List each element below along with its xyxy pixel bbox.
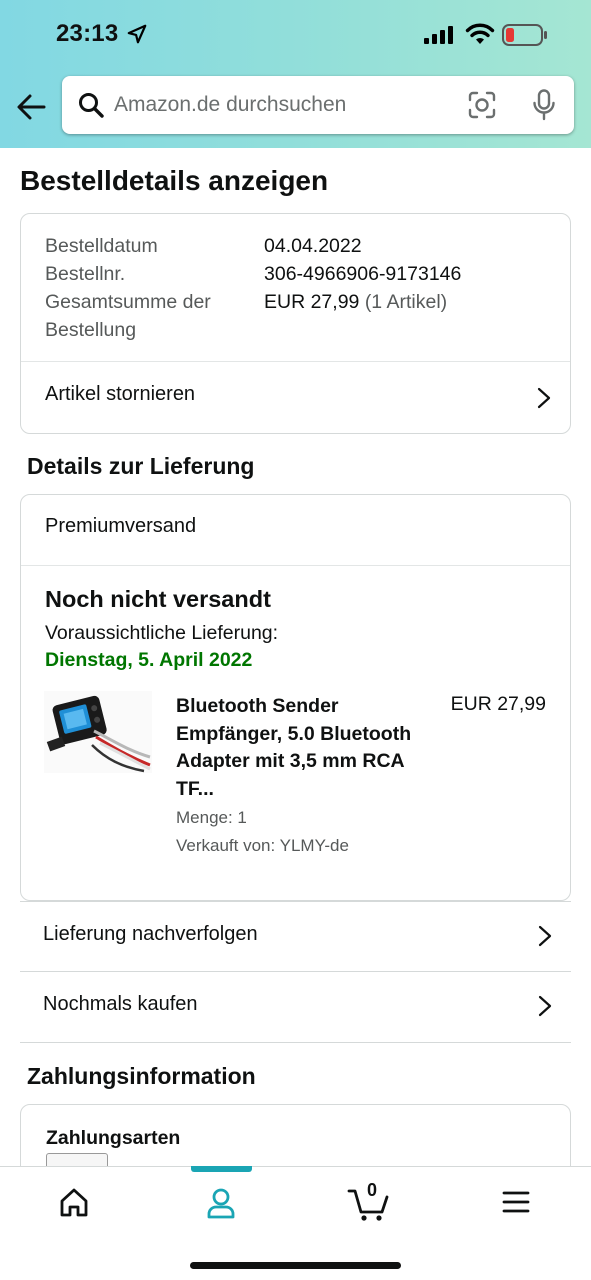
cart-button[interactable]: 0	[342, 1180, 402, 1225]
product-price: EUR 27,99	[450, 693, 546, 715]
delivery-section-title: Details zur Lieferung	[27, 453, 255, 479]
product-image[interactable]	[44, 691, 152, 773]
shipment-status: Noch nicht versandt	[45, 586, 271, 612]
delivery-card: Premiumversand Noch nicht versandt Vorau…	[20, 494, 571, 901]
payment-methods-label: Zahlungsarten	[46, 1127, 181, 1149]
person-icon[interactable]	[191, 1181, 251, 1225]
order-number-label: Bestellnr.	[45, 263, 126, 285]
shipping-method: Premiumversand	[45, 515, 197, 537]
payment-section-title: Zahlungsinformation	[27, 1063, 256, 1089]
order-total-label-line2: Bestellung	[45, 319, 137, 341]
battery-low-icon	[502, 24, 547, 46]
page-title: Bestelldetails anzeigen	[20, 165, 329, 196]
microphone-icon[interactable]	[532, 89, 556, 121]
order-number-value: 306-4966906-9173146	[264, 263, 462, 285]
divider	[21, 565, 570, 566]
order-total-label: Gesamtsumme der	[45, 291, 211, 313]
chevron-right-icon	[537, 387, 551, 409]
home-icon[interactable]	[44, 1181, 104, 1225]
track-delivery-row[interactable]: Lieferung nachverfolgen	[20, 901, 571, 971]
cart-count: 0	[366, 1180, 377, 1200]
order-date-value: 04.04.2022	[264, 235, 362, 257]
wifi-icon	[465, 23, 495, 44]
search-icon	[79, 93, 104, 118]
estimated-delivery-date: Dienstag, 5. April 2022	[45, 649, 253, 671]
search-bar[interactable]	[62, 76, 574, 134]
order-item-count: (1 Artikel)	[364, 291, 448, 313]
top-bar: 23:13	[0, 0, 591, 148]
buy-again-label: Nochmals kaufen	[43, 993, 198, 1015]
chevron-right-icon	[538, 995, 552, 1017]
active-tab-indicator	[191, 1166, 252, 1172]
chevron-right-icon	[538, 925, 552, 947]
back-arrow-icon[interactable]	[14, 90, 48, 124]
product-title[interactable]: Bluetooth Sender Empfänger, 5.0 Bluetoot…	[176, 693, 416, 803]
status-time: 23:13	[56, 20, 119, 47]
product-quantity: Menge: 1	[176, 808, 247, 827]
estimated-delivery-label: Voraussichtliche Lieferung:	[45, 622, 279, 644]
search-input[interactable]	[114, 76, 454, 134]
location-arrow-icon	[127, 24, 147, 44]
home-indicator	[190, 1262, 401, 1269]
cellular-signal-icon	[424, 26, 453, 44]
buy-again-row[interactable]: Nochmals kaufen	[20, 971, 571, 1041]
cancel-items-label: Artikel stornieren	[45, 383, 196, 405]
order-summary-card: Bestelldatum 04.04.2022 Bestellnr. 306-4…	[20, 213, 571, 434]
divider	[20, 1042, 571, 1043]
order-total-value: EUR 27,99 (1 Artikel)	[264, 288, 447, 316]
camera-scan-icon[interactable]	[468, 91, 496, 119]
track-delivery-label: Lieferung nachverfolgen	[43, 923, 258, 945]
order-total-amount: EUR 27,99	[264, 291, 360, 313]
order-date-label: Bestelldatum	[45, 235, 158, 257]
product-seller: Verkauft von: YLMY-de	[176, 836, 349, 855]
hamburger-menu-icon[interactable]	[486, 1181, 546, 1225]
cancel-items-row[interactable]: Artikel stornieren	[21, 362, 570, 434]
